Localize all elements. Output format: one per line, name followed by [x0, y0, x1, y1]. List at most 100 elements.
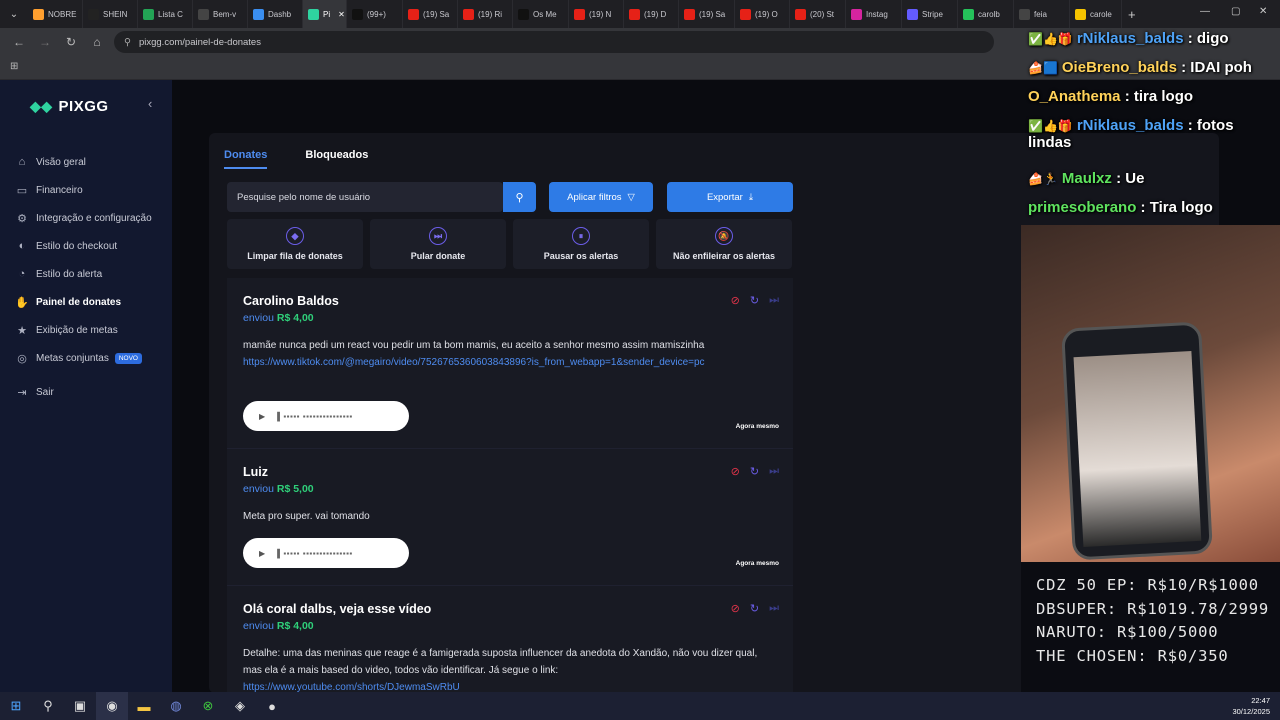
browser-tab[interactable]: (19) N [569, 0, 624, 28]
browser-tab[interactable]: (19) D [624, 0, 679, 28]
tab-label: (20) St [810, 9, 835, 19]
donation-message-block: Detalhe: uma das meninas que reage é a f… [243, 645, 773, 696]
sidebar-item-label: Visão geral [36, 156, 86, 168]
sidebar-item-sair[interactable]: ⇥ Sair [16, 378, 166, 406]
apply-filters-button[interactable]: Aplicar filtros ▽ [549, 182, 653, 212]
bell-icon: ◔ [18, 268, 26, 280]
block-icon[interactable]: ⊘ [731, 465, 740, 478]
donation-list: Carolino Baldos enviou R$ 4,00 ⊘ ↻ ⏭ mamãe nu… [227, 278, 793, 706]
tab-favicon-icon [408, 8, 419, 20]
start-icon[interactable]: ⊞ [0, 692, 32, 720]
export-button[interactable]: Exportar ⤓ [667, 182, 793, 212]
sidebar-menu: ⌂ Visão geral ▭ Financeiro ⚙ Integração e con… [15, 148, 166, 406]
search-taskbar-icon[interactable]: ⚲ [32, 692, 64, 720]
apps-grid-icon[interactable]: ⊞ [10, 61, 18, 72]
browser-tab[interactable]: carole [1070, 0, 1122, 28]
system-clock[interactable]: 22:47 30/12/2025 [1232, 695, 1270, 717]
action-button[interactable]: ⏸ Pausar os alertas [513, 219, 649, 269]
site-info-icon[interactable]: ⚲ [124, 37, 131, 48]
browser-tab[interactable]: Bem-v [193, 0, 248, 28]
browser-tab[interactable]: (20) St [790, 0, 846, 28]
minimize-icon[interactable]: — [1200, 6, 1210, 17]
task-view-icon[interactable]: ▣ [64, 692, 96, 720]
sidebar-item-integração-e-configuração[interactable]: ⚙ Integração e configuração [16, 204, 166, 232]
obs-icon[interactable]: ● [256, 692, 288, 720]
close-tab-icon[interactable]: ✕ [338, 10, 345, 19]
tab-donates[interactable]: Donates [224, 143, 268, 169]
play-icon[interactable]: ▶ [259, 549, 265, 558]
audio-player[interactable]: ▶ ▌▪▪▪▪▪ ▪▪▪▪▪▪▪▪▪▪▪▪▪▪▪ [243, 401, 409, 431]
browser-tab[interactable]: carolb [958, 0, 1014, 28]
browser-tab[interactable]: (19) O [735, 0, 790, 28]
chrome-icon[interactable]: ◉ [96, 692, 128, 720]
maximize-icon[interactable]: ▢ [1231, 6, 1240, 17]
browser-tab[interactable]: (19) Ri [458, 0, 513, 28]
vpn-icon[interactable]: ◈ [224, 692, 256, 720]
file-explorer-icon[interactable]: ▬ [128, 692, 160, 720]
replay-icon[interactable]: ↻ [750, 465, 759, 478]
browser-tab[interactable]: Dashb [248, 0, 303, 28]
tab-favicon-icon [851, 8, 862, 20]
home-button-icon[interactable]: ⌂ [90, 35, 104, 49]
sidebar-item-financeiro[interactable]: ▭ Financeiro [16, 176, 166, 204]
browser-tab[interactable]: SHEIN [83, 0, 138, 28]
tab-bloqueados[interactable]: Bloqueados [305, 143, 368, 169]
block-icon[interactable]: ⊘ [731, 294, 740, 307]
donation-message: Detalhe: uma das meninas que reage é a f… [243, 648, 758, 676]
apply-filters-label: Aplicar filtros [567, 191, 622, 203]
sidebar-item-visão-geral[interactable]: ⌂ Visão geral [16, 148, 166, 176]
tab-favicon-icon [33, 8, 44, 20]
close-window-icon[interactable]: ✕ [1259, 6, 1267, 17]
browser-tab[interactable]: feia [1014, 0, 1070, 28]
search-input[interactable]: Pesquise pelo nome de usuário [227, 182, 503, 212]
sidebar-item-label: Sair [36, 386, 54, 398]
browser-tab[interactable]: (19) Sa [403, 0, 458, 28]
browser-tab[interactable]: Instag [846, 0, 902, 28]
collapse-sidebar-icon[interactable]: ‹ [148, 96, 152, 111]
tab-search-icon[interactable]: ⌄ [0, 0, 28, 28]
sidebar-item-estilo-do-checkout[interactable]: ◐ Estilo do checkout [16, 232, 166, 260]
donation-card: Luiz enviou R$ 5,00 ⊘ ↻ ⏭ Meta pro super. vai… [227, 449, 793, 586]
action-button[interactable]: ⏭ Pular donate [370, 219, 506, 269]
browser-tab[interactable]: (99+) [347, 0, 403, 28]
donation-link[interactable]: https://www.tiktok.com/@megairo/video/75… [243, 357, 705, 368]
browser-tab[interactable]: Pi ✕ [303, 0, 347, 28]
sidebar-item-estilo-do-alerta[interactable]: ◔ Estilo do alerta [16, 260, 166, 288]
action-button[interactable]: 🔕 Não enfileirar os alertas [656, 219, 792, 269]
chat-message: O_Anathema : tira logo [1028, 88, 1194, 105]
browser-tab[interactable]: Stripe [902, 0, 958, 28]
tab-favicon-icon [253, 8, 264, 20]
action-button[interactable]: ◆ Limpar fila de donates [227, 219, 363, 269]
skip-icon[interactable]: ⏭ [769, 465, 779, 478]
browser-tab[interactable]: NOBRE [28, 0, 83, 28]
skip-icon[interactable]: ⏭ [769, 602, 779, 615]
xbox-icon[interactable]: ⊗ [192, 692, 224, 720]
discord-icon[interactable]: ◍ [160, 692, 192, 720]
skip-icon[interactable]: ⏭ [769, 294, 779, 307]
sidebar-item-painel-de-donates[interactable]: ✋ Painel de donates [15, 288, 166, 316]
sidebar-item-metas-conjuntas[interactable]: ◎ Metas conjuntas NOVO [16, 344, 166, 372]
replay-icon[interactable]: ↻ [750, 602, 759, 615]
browser-tab[interactable]: (19) Sa [679, 0, 735, 28]
goal-line: NARUTO: R$100/5000 [1036, 623, 1219, 641]
new-tab-button[interactable]: + [1128, 7, 1136, 22]
eraser-icon: ◆ [286, 227, 304, 245]
play-icon[interactable]: ▶ [259, 412, 265, 421]
tab-label: carolb [978, 9, 1000, 19]
donation-card: Carolino Baldos enviou R$ 4,00 ⊘ ↻ ⏭ mamãe nu… [227, 278, 793, 449]
forward-icon[interactable]: → [38, 35, 52, 49]
block-icon[interactable]: ⊘ [731, 602, 740, 615]
browser-tab[interactable]: Lista C [138, 0, 193, 28]
reload-icon[interactable]: ↻ [64, 35, 78, 49]
audio-player[interactable]: ▶ ▌▪▪▪▪▪ ▪▪▪▪▪▪▪▪▪▪▪▪▪▪▪ [243, 538, 409, 568]
tab-label: NOBRE [48, 9, 77, 19]
sidebar-item-label: Painel de donates [36, 296, 122, 308]
url-input[interactable]: ⚲ pixgg.com/painel-de-donates [114, 31, 994, 53]
back-icon[interactable]: ← [12, 35, 26, 49]
browser-tab[interactable]: Os Me [513, 0, 569, 28]
replay-icon[interactable]: ↻ [750, 294, 759, 307]
search-button[interactable]: ⚲ [503, 182, 536, 212]
tab-label: (19) O [755, 9, 778, 19]
pixgg-logo[interactable]: ◆◆ PIXGG [30, 98, 109, 115]
sidebar-item-exibição-de-metas[interactable]: ★ Exibição de metas [16, 316, 166, 344]
